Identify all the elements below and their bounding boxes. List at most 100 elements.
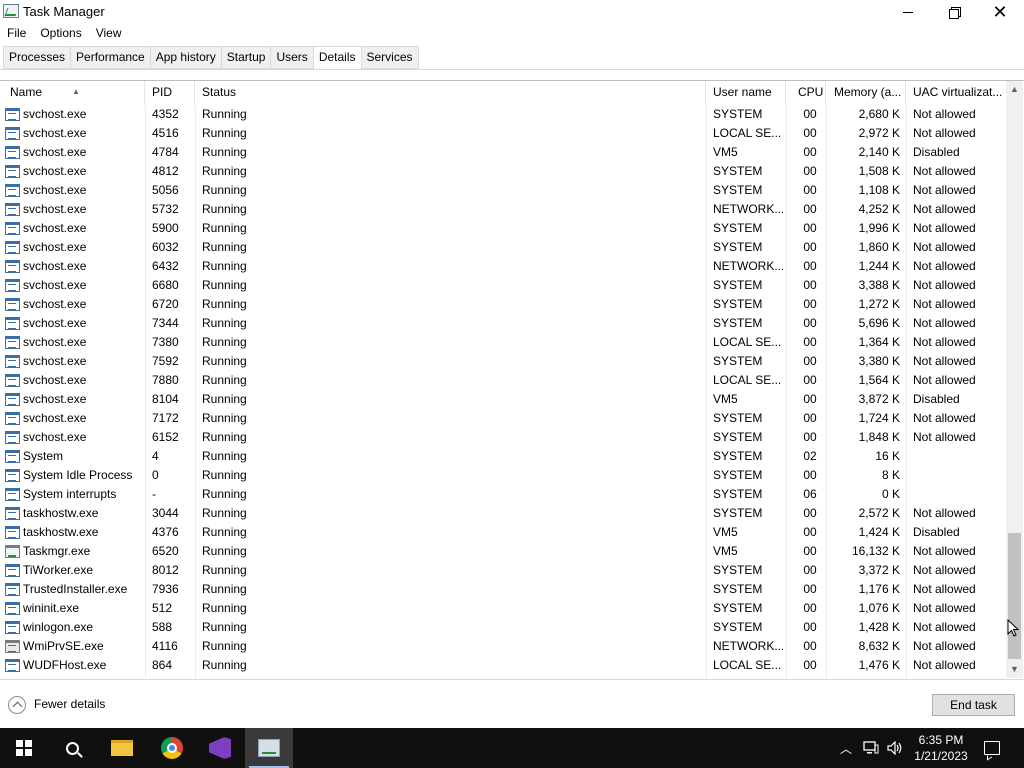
table-row[interactable]: wininit.exe 512 Running SYSTEM 00 1,076 K Not … <box>0 599 1006 618</box>
table-row[interactable]: svchost.exe 7344 Running SYSTEM 00 5,696 K Not… <box>0 314 1006 333</box>
system-clock[interactable]: 6:35 PM 1/21/2023 <box>905 732 977 764</box>
taskbar-file-explorer[interactable] <box>98 728 146 768</box>
process-uac-virtualization <box>913 447 1005 466</box>
table-row[interactable]: svchost.exe 7880 Running LOCAL SE... 00 1,564… <box>0 371 1006 390</box>
column-header-pid[interactable]: PID <box>147 81 195 105</box>
restore-button[interactable] <box>931 0 977 24</box>
menu-file[interactable]: File <box>0 24 33 42</box>
close-button[interactable]: ✕ <box>977 0 1023 24</box>
table-row[interactable]: svchost.exe 4516 Running LOCAL SE... 00 2,972… <box>0 124 1006 143</box>
process-uac-virtualization: Not allowed <box>913 506 976 520</box>
network-icon[interactable] <box>860 728 882 768</box>
table-row[interactable]: taskhostw.exe 3044 Running SYSTEM 00 2,572 K N… <box>0 504 1006 523</box>
table-row[interactable]: svchost.exe 4812 Running SYSTEM 00 1,508 K Not… <box>0 162 1006 181</box>
column-header-name[interactable]: Name ▲ <box>5 81 145 105</box>
service-icon <box>5 127 20 140</box>
column-header-memory[interactable]: Memory (a... <box>829 81 906 105</box>
tab-processes[interactable]: Processes <box>3 46 72 69</box>
task-manager-icon <box>5 545 20 558</box>
process-status: Running <box>202 164 247 178</box>
tab-startup[interactable]: Startup <box>221 46 272 69</box>
volume-icon[interactable] <box>884 728 906 768</box>
taskbar-chrome[interactable] <box>148 728 196 768</box>
action-center-button[interactable] <box>980 728 1004 768</box>
table-row[interactable]: svchost.exe 7172 Running SYSTEM 00 1,724 K Not… <box>0 409 1006 428</box>
table-row[interactable]: TiWorker.exe 8012 Running SYSTEM 00 3,372 K No… <box>0 561 1006 580</box>
wmi-gear-icon <box>5 640 20 653</box>
mouse-cursor-icon <box>1007 619 1019 637</box>
process-user-name: VM5 <box>713 525 738 539</box>
fewer-details-link[interactable]: Fewer details <box>34 697 105 711</box>
start-button[interactable] <box>0 728 48 768</box>
table-row[interactable]: svchost.exe 5732 Running NETWORK... 00 4,252 … <box>0 200 1006 219</box>
notification-icon <box>984 741 1000 755</box>
table-row[interactable]: svchost.exe 6032 Running SYSTEM 00 1,860 K Not… <box>0 238 1006 257</box>
process-name: svchost.exe <box>23 354 87 368</box>
details-table: Name ▲ PID Status User name CPU Memory (… <box>0 80 1024 678</box>
table-row[interactable]: WmiPrvSE.exe 4116 Running NETWORK... 00 8,632… <box>0 637 1006 656</box>
minimize-button[interactable] <box>885 0 931 24</box>
table-row[interactable]: svchost.exe 7380 Running LOCAL SE... 00 1,364… <box>0 333 1006 352</box>
search-button[interactable] <box>48 728 96 768</box>
process-pid: 588 <box>152 620 173 634</box>
table-row[interactable]: svchost.exe 8104 Running VM5 00 3,872 K Disabl… <box>0 390 1006 409</box>
process-memory: 2,572 K <box>858 506 900 520</box>
scroll-up-icon[interactable]: ▲ <box>1006 81 1023 98</box>
service-icon <box>5 621 20 634</box>
scroll-thumb[interactable] <box>1008 533 1021 659</box>
column-header-uac-virtualization[interactable]: UAC virtualizat... <box>908 81 1006 105</box>
process-status: Running <box>202 183 247 197</box>
taskbar-task-manager[interactable] <box>245 728 293 768</box>
taskbar-visual-studio[interactable] <box>196 728 244 768</box>
service-icon <box>5 374 20 387</box>
table-row[interactable]: svchost.exe 4784 Running VM5 00 2,140 K Disabl… <box>0 143 1006 162</box>
process-status: Running <box>202 335 247 349</box>
table-row[interactable]: Taskmgr.exe 6520 Running VM5 00 16,132 K Not a… <box>0 542 1006 561</box>
table-row[interactable]: svchost.exe 7592 Running SYSTEM 00 3,380 K Not… <box>0 352 1006 371</box>
scroll-down-icon[interactable]: ▼ <box>1006 661 1023 678</box>
table-row[interactable]: svchost.exe 6680 Running SYSTEM 00 3,388 K Not… <box>0 276 1006 295</box>
table-row[interactable]: winlogon.exe 588 Running SYSTEM 00 1,428 K Not… <box>0 618 1006 637</box>
service-icon <box>5 336 20 349</box>
tab-details[interactable]: Details <box>313 46 362 70</box>
process-cpu: 00 <box>803 145 817 159</box>
collapse-chevron-icon[interactable] <box>8 696 26 714</box>
process-pid: 5056 <box>152 183 179 197</box>
process-name: taskhostw.exe <box>23 506 99 520</box>
table-row[interactable]: svchost.exe 4352 Running SYSTEM 00 2,680 K Not… <box>0 105 1006 124</box>
tab-services[interactable]: Services <box>361 46 419 69</box>
table-row[interactable]: System interrupts - Running SYSTEM 06 0 K <box>0 485 1006 504</box>
table-row[interactable]: WUDFHost.exe 864 Running LOCAL SE... 00 1,476… <box>0 656 1006 675</box>
table-row[interactable]: System Idle Process 0 Running SYSTEM 00 8 K <box>0 466 1006 485</box>
tab-users[interactable]: Users <box>271 46 314 69</box>
tab-app-history[interactable]: App history <box>150 46 222 69</box>
column-header-status[interactable]: Status <box>197 81 706 105</box>
show-hidden-icons-button[interactable]: ︿ <box>836 728 856 768</box>
end-task-button[interactable]: End task <box>932 694 1015 716</box>
process-status: Running <box>202 582 247 596</box>
table-row[interactable]: svchost.exe 6152 Running SYSTEM 00 1,848 K Not… <box>0 428 1006 447</box>
table-row[interactable]: svchost.exe 5900 Running SYSTEM 00 1,996 K Not… <box>0 219 1006 238</box>
process-pid: 6520 <box>152 544 179 558</box>
table-row[interactable]: svchost.exe 6720 Running SYSTEM 00 1,272 K Not… <box>0 295 1006 314</box>
table-row[interactable]: svchost.exe 6432 Running NETWORK... 00 1,244 … <box>0 257 1006 276</box>
column-header-user-name[interactable]: User name <box>708 81 786 105</box>
process-name: winlogon.exe <box>23 620 94 634</box>
process-uac-virtualization: Not allowed <box>913 259 976 273</box>
title-bar[interactable]: Task Manager ✕ <box>0 0 1024 24</box>
process-pid: 4516 <box>152 126 179 140</box>
process-status: Running <box>202 411 247 425</box>
table-row[interactable]: System 4 Running SYSTEM 02 16 K <box>0 447 1006 466</box>
tab-performance[interactable]: Performance <box>71 46 151 69</box>
process-memory: 3,872 K <box>858 392 900 406</box>
menu-options[interactable]: Options <box>33 24 88 42</box>
table-row[interactable]: svchost.exe 5056 Running SYSTEM 00 1,108 K Not… <box>0 181 1006 200</box>
table-row[interactable]: taskhostw.exe 4376 Running VM5 00 1,424 K Disa… <box>0 523 1006 542</box>
table-row[interactable]: TrustedInstaller.exe 7936 Running SYSTEM 00 1… <box>0 580 1006 599</box>
column-header-cpu[interactable]: CPU <box>793 81 826 105</box>
process-status: Running <box>202 126 247 140</box>
menu-view[interactable]: View <box>89 24 129 42</box>
process-user-name: LOCAL SE... <box>713 658 782 672</box>
vertical-scrollbar[interactable]: ▲ ▼ <box>1006 81 1023 678</box>
process-pid: 7380 <box>152 335 179 349</box>
